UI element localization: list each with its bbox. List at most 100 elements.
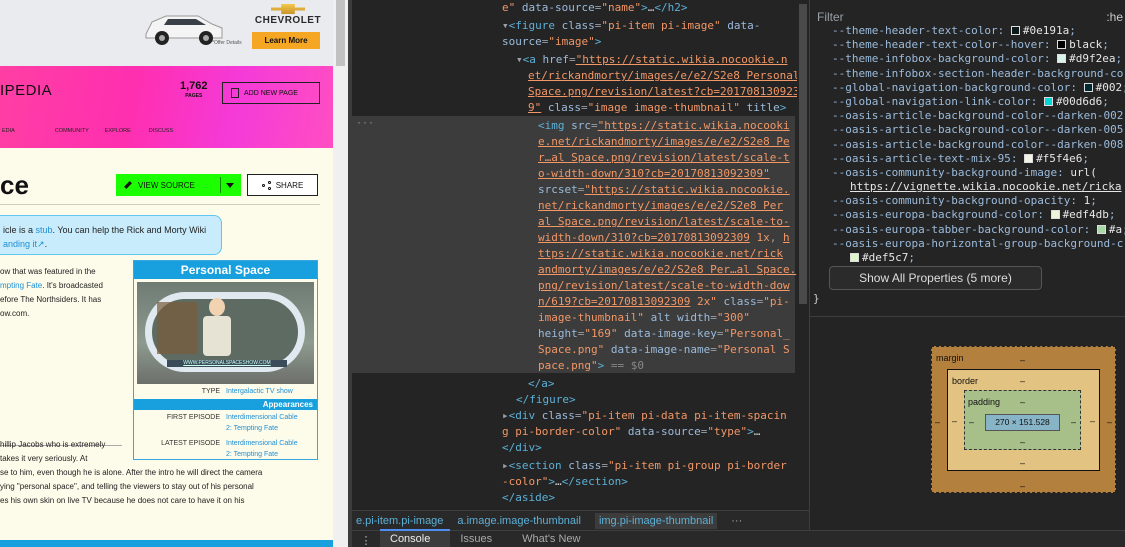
color-swatch-icon[interactable] (1057, 54, 1067, 64)
dom-line[interactable]: g pi-border-color" data-source="type">… (502, 424, 760, 440)
nav-discuss[interactable]: DISCUSS (149, 128, 173, 138)
drawer-menu-icon[interactable]: ⋮ (352, 534, 380, 547)
css-property-row[interactable]: --global-navigation-link-color: #00d6d6; (810, 95, 1125, 109)
dom-line[interactable]: ▾<figure class="pi-item pi-image" data- (502, 18, 760, 34)
stub-link[interactable]: stub (36, 225, 53, 235)
css-property-name[interactable]: --oasis-article-text-mix-95 (832, 152, 1011, 165)
node-actions-ellipsis[interactable]: ··· (356, 116, 374, 132)
dom-line-selected[interactable]: net/rickandmorty/images/e/e2/S2e8 Per (538, 198, 783, 214)
scrollbar-thumb[interactable] (336, 0, 345, 66)
css-property-value[interactable]: black (1069, 38, 1102, 51)
css-property-row[interactable]: --oasis-europa-tabber-background-color: … (810, 223, 1125, 237)
latest-episode-link[interactable]: Interdimensional Cable 2: Tempting Fate (226, 438, 313, 460)
box-model-padding[interactable]: padding – – – – 270 × 151.528 (964, 390, 1081, 450)
css-property-name[interactable]: --theme-header-text-color--hover (832, 38, 1044, 51)
css-property-row[interactable]: --oasis-article-text-mix-95: #f5f4e6; (810, 152, 1125, 166)
css-property-value[interactable]: #def5c7 (862, 251, 908, 264)
css-property-row[interactable]: --oasis-community-background-image: url( (810, 166, 1125, 180)
dom-line-selected[interactable]: pace.png"> == $0 (538, 358, 644, 374)
dom-line[interactable]: source="image"> (502, 34, 601, 50)
css-property-name[interactable]: --global-navigation-background-color (832, 81, 1070, 94)
more-icon[interactable]: ··· (731, 515, 742, 527)
dom-line-selected[interactable]: image-thumbnail" alt width="300" (538, 310, 750, 326)
learn-more-button[interactable]: Learn More (252, 32, 320, 49)
css-property-name[interactable]: --theme-infobox-background-color (832, 52, 1044, 65)
css-property-row[interactable]: --global-navigation-background-color: #0… (810, 81, 1125, 95)
css-property-name[interactable]: --oasis-europa-horizontal-group-backgrou… (832, 237, 1123, 250)
dom-line-selected[interactable]: andmorty/images/e/e2/S2e8 Per…al Space. (538, 262, 796, 278)
color-swatch-icon[interactable] (1024, 153, 1034, 163)
box-model-margin[interactable]: margin – – – – border – – – – padding – … (931, 346, 1116, 493)
css-property-name[interactable]: --theme-header-text-color (832, 24, 998, 37)
dom-line[interactable]: ▾<a href="https://static.wikia.nocookie.… (516, 52, 788, 68)
nav-explore[interactable]: EXPLORE (105, 128, 131, 138)
tab-issues[interactable]: Issues (450, 531, 512, 547)
dom-line[interactable]: ▸<section class="pi-item pi-group pi-bor… (502, 458, 787, 474)
css-property-value[interactable]: 1 (1084, 194, 1091, 207)
show-all-properties-button[interactable]: Show All Properties (5 more) (829, 266, 1042, 290)
tempting-fate-link[interactable]: mpting Fate (0, 281, 42, 290)
css-property-name[interactable]: --oasis-community-background-image (832, 166, 1057, 179)
breadcrumb-item-selected[interactable]: img.pi-image-thumbnail (594, 512, 718, 529)
css-property-row[interactable]: --oasis-article-background-color--darken… (810, 123, 1125, 137)
css-property-row[interactable]: --theme-header-text-color--hover: black; (810, 38, 1125, 52)
css-property-name[interactable]: --oasis-europa-tabber-background-color (832, 223, 1084, 236)
css-property-row[interactable]: --oasis-community-background-opacity: 1; (810, 194, 1125, 208)
dom-line-selected[interactable]: n/619?cb=20170813092309 2x" class="pi- (538, 294, 790, 310)
color-swatch-icon[interactable] (1096, 224, 1106, 234)
breadcrumb-item[interactable]: a.image.image-thumbnail (457, 515, 581, 527)
dom-line-selected[interactable]: <img src="https://static.wikia.nocooki (538, 118, 790, 134)
css-property-row[interactable]: --oasis-europa-horizontal-group-backgrou… (810, 237, 1125, 251)
dom-line-selected[interactable]: srcset="https://static.wikia.nocookie. (538, 182, 790, 198)
nav-media[interactable]: EDIA (2, 128, 15, 138)
dom-line[interactable]: </a> (528, 376, 555, 392)
box-model-border[interactable]: border – – – – padding – – – – 270 × 151… (947, 369, 1100, 471)
css-property-row[interactable]: --oasis-article-background-color--darken… (810, 138, 1125, 152)
color-swatch-icon[interactable] (850, 253, 859, 262)
css-property-name[interactable]: --oasis-europa-background-color (832, 208, 1037, 221)
dom-line[interactable]: e" data-source="name">…</h2> (502, 0, 687, 16)
dom-line-selected[interactable]: png/revision/latest/scale-to-width-dow (538, 278, 790, 294)
breadcrumb-item[interactable]: e.pi-item.pi-image (356, 515, 443, 527)
color-swatch-icon[interactable] (1083, 82, 1093, 92)
wiki-name[interactable]: IPEDIA (0, 82, 52, 99)
css-property-value[interactable]: #d9f2ea (1069, 52, 1115, 65)
css-property-name[interactable]: --theme-infobox-section-header-backgroun… (832, 67, 1123, 80)
css-property-value[interactable]: #edf4db (1063, 208, 1109, 221)
type-link[interactable]: Intergalactic TV show (226, 386, 313, 397)
tab-whats-new[interactable]: What's New (512, 531, 600, 547)
dom-line-selected[interactable]: width-down/310?cb=20170813092309 1x, h (538, 230, 790, 246)
nav-community[interactable]: COMMUNITY (55, 128, 89, 138)
css-property-row[interactable]: https://vignette.wikia.nocookie.net/rick… (810, 180, 1125, 194)
dom-line-selected[interactable]: height="169" data-image-key="Personal_ (538, 326, 790, 342)
dom-line-selected[interactable]: al Space.png/revision/latest/scale-to- (538, 214, 790, 230)
dom-line[interactable]: </aside> (502, 490, 555, 506)
css-property-value[interactable]: #0e191a (1023, 24, 1069, 37)
dom-line[interactable]: Space.png/revision/latest?cb=20170813092… (528, 84, 797, 100)
css-property-name[interactable]: --oasis-article-background-color--darken… (832, 138, 1123, 151)
dom-line-selected[interactable]: Space.png" data-image-name="Personal S (538, 342, 790, 358)
elements-scrollbar[interactable] (797, 0, 809, 510)
chevron-down-icon[interactable] (226, 183, 234, 188)
dom-line-selected[interactable]: o-width-down/310?cb=20170813092309" (538, 166, 770, 182)
dom-line[interactable]: </figure> (516, 392, 576, 408)
dom-line-selected[interactable]: r…al Space.png/revision/latest/scale-t (538, 150, 790, 166)
css-property-row[interactable]: --theme-infobox-background-color: #d9f2e… (810, 52, 1125, 66)
color-swatch-icon[interactable] (1057, 40, 1067, 50)
dom-line[interactable]: et/rickandmorty/images/e/e2/S2e8 Persona… (528, 68, 797, 84)
css-property-row[interactable]: --theme-header-text-color: #0e191a; (810, 24, 1125, 38)
share-button[interactable]: SHARE (247, 174, 318, 196)
add-new-page-button[interactable]: ADD NEW PAGE (222, 82, 320, 104)
ad-offer-details[interactable]: *Offer Details (212, 40, 242, 46)
view-source-button[interactable]: VIEW SOURCE (116, 174, 241, 196)
css-property-name[interactable]: --oasis-article-background-color--darken… (832, 123, 1123, 136)
css-property-name[interactable]: --oasis-community-background-opacity (832, 194, 1070, 207)
dom-line[interactable]: </div> (502, 440, 542, 456)
dom-line[interactable]: 9" class="image image-thumbnail" title> (528, 100, 786, 116)
css-property-name[interactable]: --oasis-article-background-color--darken… (832, 109, 1123, 122)
css-property-value[interactable]: #002 (1096, 81, 1123, 94)
dom-line-selected[interactable]: e.net/rickandmorty/images/e/e2/S2e8 Pe (538, 134, 790, 150)
css-property-row[interactable]: --oasis-article-background-color--darken… (810, 109, 1125, 123)
css-property-value[interactable]: #f5f4e6 (1036, 152, 1082, 165)
color-swatch-icon[interactable] (1010, 26, 1020, 35)
